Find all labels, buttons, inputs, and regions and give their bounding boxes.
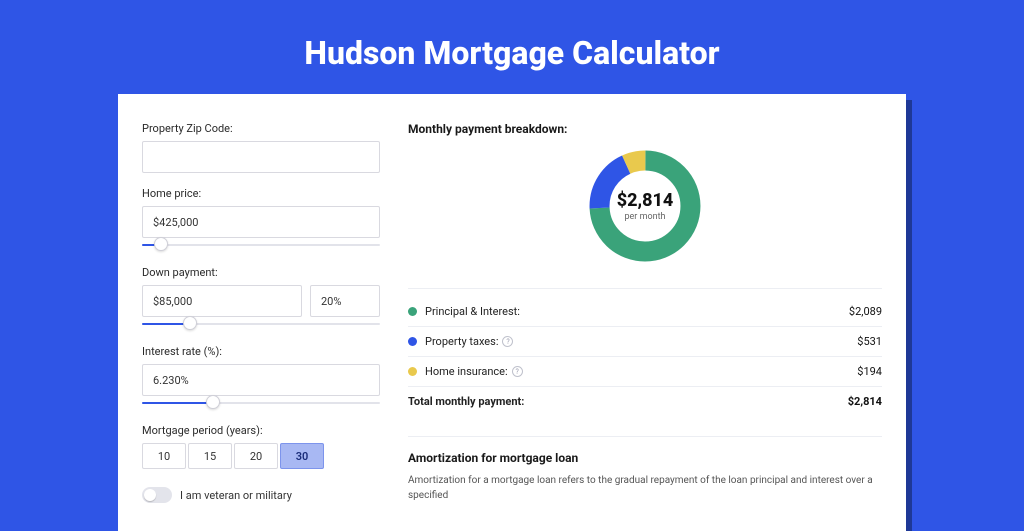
veteran-row: I am veteran or military <box>142 487 380 503</box>
down-pct-input[interactable] <box>310 285 380 317</box>
period-field: Mortgage period (years): 10 15 20 30 <box>142 424 380 469</box>
legend-value: $2,814 <box>848 395 882 408</box>
legend-row-principal: Principal & Interest: $2,089 <box>408 297 882 327</box>
legend-row-total: Total monthly payment: $2,814 <box>408 387 882 416</box>
rate-input[interactable] <box>142 364 380 396</box>
amort-text: Amortization for a mortgage loan refers … <box>408 473 882 503</box>
down-slider[interactable] <box>142 319 380 331</box>
slider-knob[interactable] <box>206 395 220 409</box>
legend-row-taxes: Property taxes: ? $531 <box>408 327 882 357</box>
donut-center-sub: per month <box>624 212 665 222</box>
period-20[interactable]: 20 <box>234 443 278 469</box>
zip-field: Property Zip Code: <box>142 122 380 173</box>
legend-value: $531 <box>857 335 882 348</box>
down-field: Down payment: <box>142 266 380 331</box>
donut-chart: $2,814 per month <box>408 146 882 266</box>
period-group: 10 15 20 30 <box>142 443 380 469</box>
page-title: Hudson Mortgage Calculator <box>0 0 1024 94</box>
rate-label: Interest rate (%): <box>142 345 380 358</box>
help-icon[interactable]: ? <box>502 336 513 347</box>
inputs-panel: Property Zip Code: Home price: Down paym… <box>142 122 380 503</box>
slider-knob[interactable] <box>183 316 197 330</box>
down-amount-input[interactable] <box>142 285 302 317</box>
dot-icon <box>408 367 417 376</box>
dot-icon <box>408 337 417 346</box>
legend-value: $2,089 <box>849 305 882 318</box>
legend-label: Total monthly payment: <box>408 395 524 408</box>
zip-input[interactable] <box>142 141 380 173</box>
slider-knob[interactable] <box>154 237 168 251</box>
price-slider[interactable] <box>142 240 380 252</box>
legend-label: Principal & Interest: <box>425 305 520 318</box>
donut-center-value: $2,814 <box>617 190 674 211</box>
zip-label: Property Zip Code: <box>142 122 380 135</box>
price-input[interactable] <box>142 206 380 238</box>
price-field: Home price: <box>142 187 380 252</box>
veteran-label: I am veteran or military <box>180 489 292 502</box>
help-icon[interactable]: ? <box>512 366 523 377</box>
rate-field: Interest rate (%): <box>142 345 380 410</box>
dot-icon <box>408 307 417 316</box>
price-label: Home price: <box>142 187 380 200</box>
amort-title: Amortization for mortgage loan <box>408 451 882 465</box>
legend-value: $194 <box>857 365 882 378</box>
period-15[interactable]: 15 <box>188 443 232 469</box>
legend-label: Home insurance: ? <box>425 365 523 378</box>
calculator-card: Property Zip Code: Home price: Down paym… <box>118 94 906 531</box>
breakdown-title: Monthly payment breakdown: <box>408 122 882 136</box>
legend-label: Property taxes: ? <box>425 335 513 348</box>
period-10[interactable]: 10 <box>142 443 186 469</box>
results-panel: Monthly payment breakdown: $2,814 per mo… <box>408 122 882 503</box>
period-30[interactable]: 30 <box>280 443 324 469</box>
legend-row-insurance: Home insurance: ? $194 <box>408 357 882 387</box>
veteran-toggle[interactable] <box>142 487 172 503</box>
period-label: Mortgage period (years): <box>142 424 380 437</box>
amortization-section: Amortization for mortgage loan Amortizat… <box>408 436 882 503</box>
down-label: Down payment: <box>142 266 380 279</box>
rate-slider[interactable] <box>142 398 380 410</box>
legend: Principal & Interest: $2,089 Property ta… <box>408 288 882 416</box>
